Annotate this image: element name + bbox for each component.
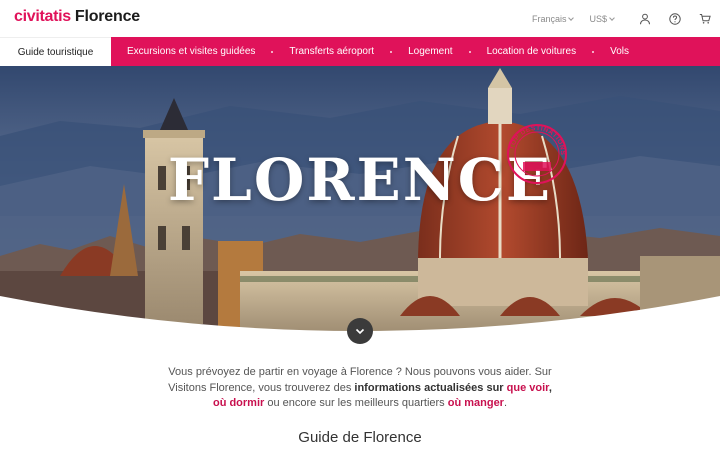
- nav-item-location-voitures[interactable]: Location de voitures: [471, 46, 593, 57]
- currency-label: US$: [589, 13, 607, 24]
- hero-title: FLORENCE: [167, 146, 553, 214]
- hero-banner: FLORENCE TOP DESTINATIONS 2020: [0, 66, 720, 336]
- site-header: civitatis Florence Français US$: [0, 0, 720, 37]
- top-destinations-stamp: TOP DESTINATIONS 2020: [505, 122, 567, 184]
- logo-brand: civitatis: [14, 8, 71, 25]
- nav-separator: [592, 50, 595, 53]
- header-actions: Français US$: [532, 0, 720, 37]
- nav-items: Excursions et visites guidées Transferts…: [111, 37, 645, 66]
- language-selector[interactable]: Français: [531, 13, 575, 24]
- scroll-down-button[interactable]: [347, 318, 373, 344]
- user-icon[interactable]: [630, 0, 660, 37]
- nav-item-vols[interactable]: Vols: [594, 46, 645, 57]
- link-ou-manger[interactable]: où manger: [448, 397, 504, 409]
- tab-guide-touristique[interactable]: Guide touristique: [0, 37, 111, 66]
- help-icon[interactable]: [660, 0, 690, 37]
- intro-bold: informations actualisées sur: [354, 381, 507, 394]
- nav-separator: [390, 50, 393, 53]
- svg-text:TOP DESTINATIONS 2020: TOP DESTINATIONS 2020: [505, 122, 566, 156]
- link-que-voir[interactable]: que voir: [507, 382, 549, 394]
- chevron-down-icon: [609, 14, 615, 21]
- logo[interactable]: civitatis Florence: [14, 8, 140, 26]
- nav-item-logement[interactable]: Logement: [392, 46, 468, 57]
- nav-item-transferts[interactable]: Transferts aéroport: [273, 46, 390, 57]
- intro-comma: ,: [548, 381, 552, 394]
- intro-text-4: .: [503, 397, 508, 409]
- main-nav: Guide touristique Excursions et visites …: [0, 37, 720, 66]
- nav-separator: [468, 50, 471, 53]
- language-label: Français: [531, 13, 567, 24]
- section-title: Guide de Florence: [298, 429, 422, 446]
- currency-selector[interactable]: US$: [589, 13, 615, 24]
- link-ou-dormir[interactable]: où dormir: [213, 397, 264, 409]
- logo-city: Florence: [74, 8, 140, 25]
- intro-text-3: ou encore sur les meilleurs quartiers: [264, 397, 448, 409]
- cart-icon[interactable]: [690, 0, 720, 37]
- chevron-down-icon: [568, 14, 575, 21]
- chevron-down-icon: [355, 328, 365, 335]
- nav-item-excursions[interactable]: Excursions et visites guidées: [111, 46, 271, 57]
- intro-paragraph: Vous prévoyez de partir en voyage à Flor…: [160, 365, 560, 412]
- stamp-text: TOP DESTINATIONS 2020: [505, 122, 565, 156]
